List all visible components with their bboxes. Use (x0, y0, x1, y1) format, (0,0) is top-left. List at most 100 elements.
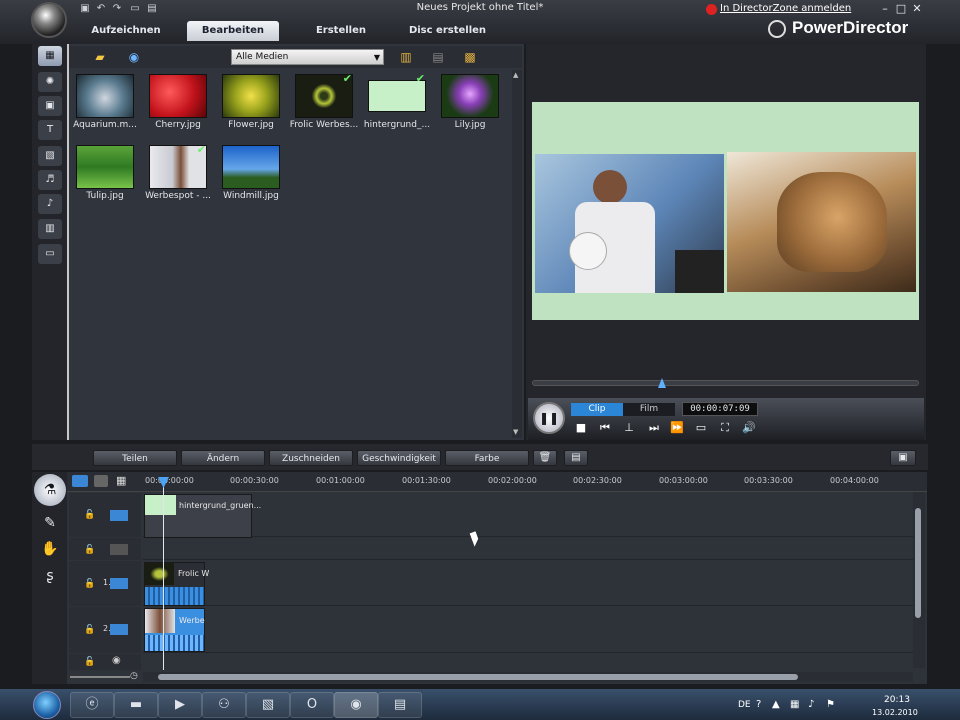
track-row[interactable] (143, 493, 913, 537)
scene-detect-icon[interactable]: ▥ (396, 49, 416, 65)
taskbar-explorer-icon[interactable]: ▬ (114, 692, 158, 718)
previous-frame-icon[interactable]: ⏮ (596, 421, 614, 435)
lock-icon[interactable]: 🔓 (84, 545, 95, 555)
media-room-icon[interactable]: ▦ (38, 46, 62, 66)
hand-tool-icon[interactable]: ✋ (38, 538, 62, 560)
fullscreen-icon[interactable]: ⛶ (716, 421, 734, 435)
download-media-icon[interactable]: ◉ (124, 49, 144, 65)
transition-room-icon[interactable]: ▧ (38, 146, 62, 166)
track-row[interactable] (143, 538, 913, 560)
tab-disc-erstellen[interactable]: Disc erstellen (400, 21, 495, 41)
timeline-clip[interactable]: Werbe (144, 608, 205, 652)
volume-icon[interactable]: 🔊 (740, 421, 758, 435)
storyboard-icon[interactable]: ▤ (428, 49, 448, 65)
tab-aufzeichnen[interactable]: Aufzeichnen (80, 21, 172, 41)
directorzone-signin-link[interactable]: In DirectorZone anmelden (720, 3, 851, 14)
tray-expand-icon[interactable]: ▲ (772, 699, 780, 710)
clock-time[interactable]: 20:13 (884, 695, 910, 705)
effect-tool-icon[interactable]: ʂ (38, 565, 62, 587)
media-item-hintergrund[interactable]: ✔ hintergrund_... (364, 72, 430, 140)
maximize-button[interactable]: □ (894, 3, 908, 15)
clip-menu-icon[interactable]: ▤ (564, 450, 588, 466)
pause-button[interactable]: ❚❚ (533, 402, 565, 434)
taskbar-powerdirector-icon[interactable]: ◉ (334, 692, 378, 718)
volume-tray-icon[interactable]: ♪ (808, 699, 814, 710)
scrollbar-thumb[interactable] (915, 508, 921, 618)
scroll-up-icon[interactable]: ▲ (513, 71, 518, 79)
zoom-clock-icon[interactable]: ◷ (130, 671, 138, 681)
audio-mixing-room-icon[interactable]: ♬ (38, 170, 62, 190)
timeline-clip[interactable]: hintergrund_gruen... (144, 494, 261, 538)
taskbar-notes-icon[interactable]: ▤ (378, 692, 422, 718)
tab-erstellen[interactable]: Erstellen (295, 21, 387, 41)
network-tray-icon[interactable]: ▦ (790, 699, 799, 710)
tab-bearbeiten[interactable]: Bearbeiten (187, 21, 279, 41)
chapter-room-icon[interactable]: ▥ (38, 219, 62, 239)
fast-forward-icon[interactable]: ⏩ (668, 421, 686, 435)
media-item-flower[interactable]: Flower.jpg (222, 74, 280, 140)
close-button[interactable]: ✕ (910, 3, 924, 15)
media-item-aquarium[interactable]: Aquarium.m... (73, 74, 137, 140)
media-item-werbespot[interactable]: ✔ Werbespot - ... (145, 143, 211, 211)
media-item-frolic[interactable]: ✔ Frolic Werbes... (290, 72, 358, 140)
timeline-view-icon[interactable]: ▣ (890, 450, 916, 466)
library-export-icon[interactable]: ▩ (460, 49, 480, 65)
lock-icon[interactable]: 🔓 (84, 625, 95, 635)
effects-room-icon[interactable]: ✺ (38, 72, 62, 92)
speed-button[interactable]: Geschwindigkeit (357, 450, 441, 466)
media-item-windmill[interactable]: Windmill.jpg (222, 145, 280, 211)
split-button[interactable]: Teilen (93, 450, 177, 466)
track-row[interactable] (143, 607, 913, 653)
taskbar-media-icon[interactable]: ▶ (158, 692, 202, 718)
delete-icon[interactable]: 🗑 (533, 450, 557, 466)
lock-icon[interactable]: 🔓 (84, 510, 95, 520)
scroll-down-icon[interactable]: ▼ (513, 428, 518, 436)
visibility-icon[interactable]: ◉ (112, 655, 121, 666)
snapshot-icon[interactable]: ⊥ (620, 421, 638, 435)
taskbar-network-icon[interactable]: ⚇ (202, 692, 246, 718)
scrollbar-thumb[interactable] (158, 674, 798, 680)
track-manager-icon[interactable]: ▦ (116, 474, 126, 487)
help-icon[interactable]: ? (756, 699, 761, 710)
dvd-preview-icon[interactable]: ▭ (692, 421, 710, 435)
audio-waveform (145, 635, 204, 651)
magic-tools-icon[interactable]: ⚗ (34, 474, 66, 506)
media-item-lily[interactable]: Lily.jpg (441, 74, 499, 140)
color-button[interactable]: Farbe (445, 450, 529, 466)
ruler-tick: 00:01:00:00 (316, 476, 365, 485)
start-button[interactable] (33, 691, 61, 719)
lock-icon[interactable]: 🔓 (84, 657, 95, 667)
media-filter-select[interactable]: Alle Medien ▼ (231, 49, 384, 65)
taskbar-installer-icon[interactable]: ▧ (246, 692, 290, 718)
language-indicator[interactable]: DE (738, 700, 751, 710)
stop-icon[interactable]: ■ (572, 421, 590, 435)
voice-over-room-icon[interactable]: ♪ (38, 194, 62, 214)
preview-seek-bar[interactable] (532, 380, 919, 386)
taskbar-ie-icon[interactable]: ⓔ (70, 692, 114, 718)
film-mode-button[interactable]: Film (623, 403, 675, 416)
clip-mode-button[interactable]: Clip (571, 403, 623, 416)
modify-button[interactable]: Ändern (181, 450, 265, 466)
clock-date[interactable]: 13.02.2010 (872, 708, 918, 717)
zoom-slider[interactable] (70, 676, 130, 678)
media-item-tulip[interactable]: Tulip.jpg (76, 145, 134, 211)
import-folder-icon[interactable]: ▰ (90, 49, 110, 65)
media-item-cherry[interactable]: Cherry.jpg (149, 74, 207, 140)
trim-button[interactable]: Zuschneiden (269, 450, 353, 466)
next-frame-icon[interactable]: ⏭ (645, 421, 663, 435)
title-room-icon[interactable]: T (38, 120, 62, 140)
track-row[interactable] (143, 561, 913, 606)
timeline-clip[interactable]: Frolic W (144, 562, 209, 606)
minimize-button[interactable]: – (878, 3, 892, 15)
pip-room-icon[interactable]: ▣ (38, 96, 62, 116)
timeline-mode-icon[interactable] (72, 475, 88, 487)
storyboard-mode-icon[interactable] (94, 475, 108, 487)
timecode-display[interactable]: 00:00:07:09 (682, 402, 758, 416)
security-tray-icon[interactable]: ⚑ (826, 699, 835, 710)
taskbar-opera-icon[interactable]: O (290, 692, 334, 718)
timeline-playhead[interactable] (163, 478, 164, 670)
fix-enhance-icon[interactable]: ✎ (38, 512, 62, 534)
library-scrollbar[interactable] (512, 70, 522, 438)
lock-icon[interactable]: 🔓 (84, 579, 95, 589)
subtitle-room-icon[interactable]: ▭ (38, 244, 62, 264)
